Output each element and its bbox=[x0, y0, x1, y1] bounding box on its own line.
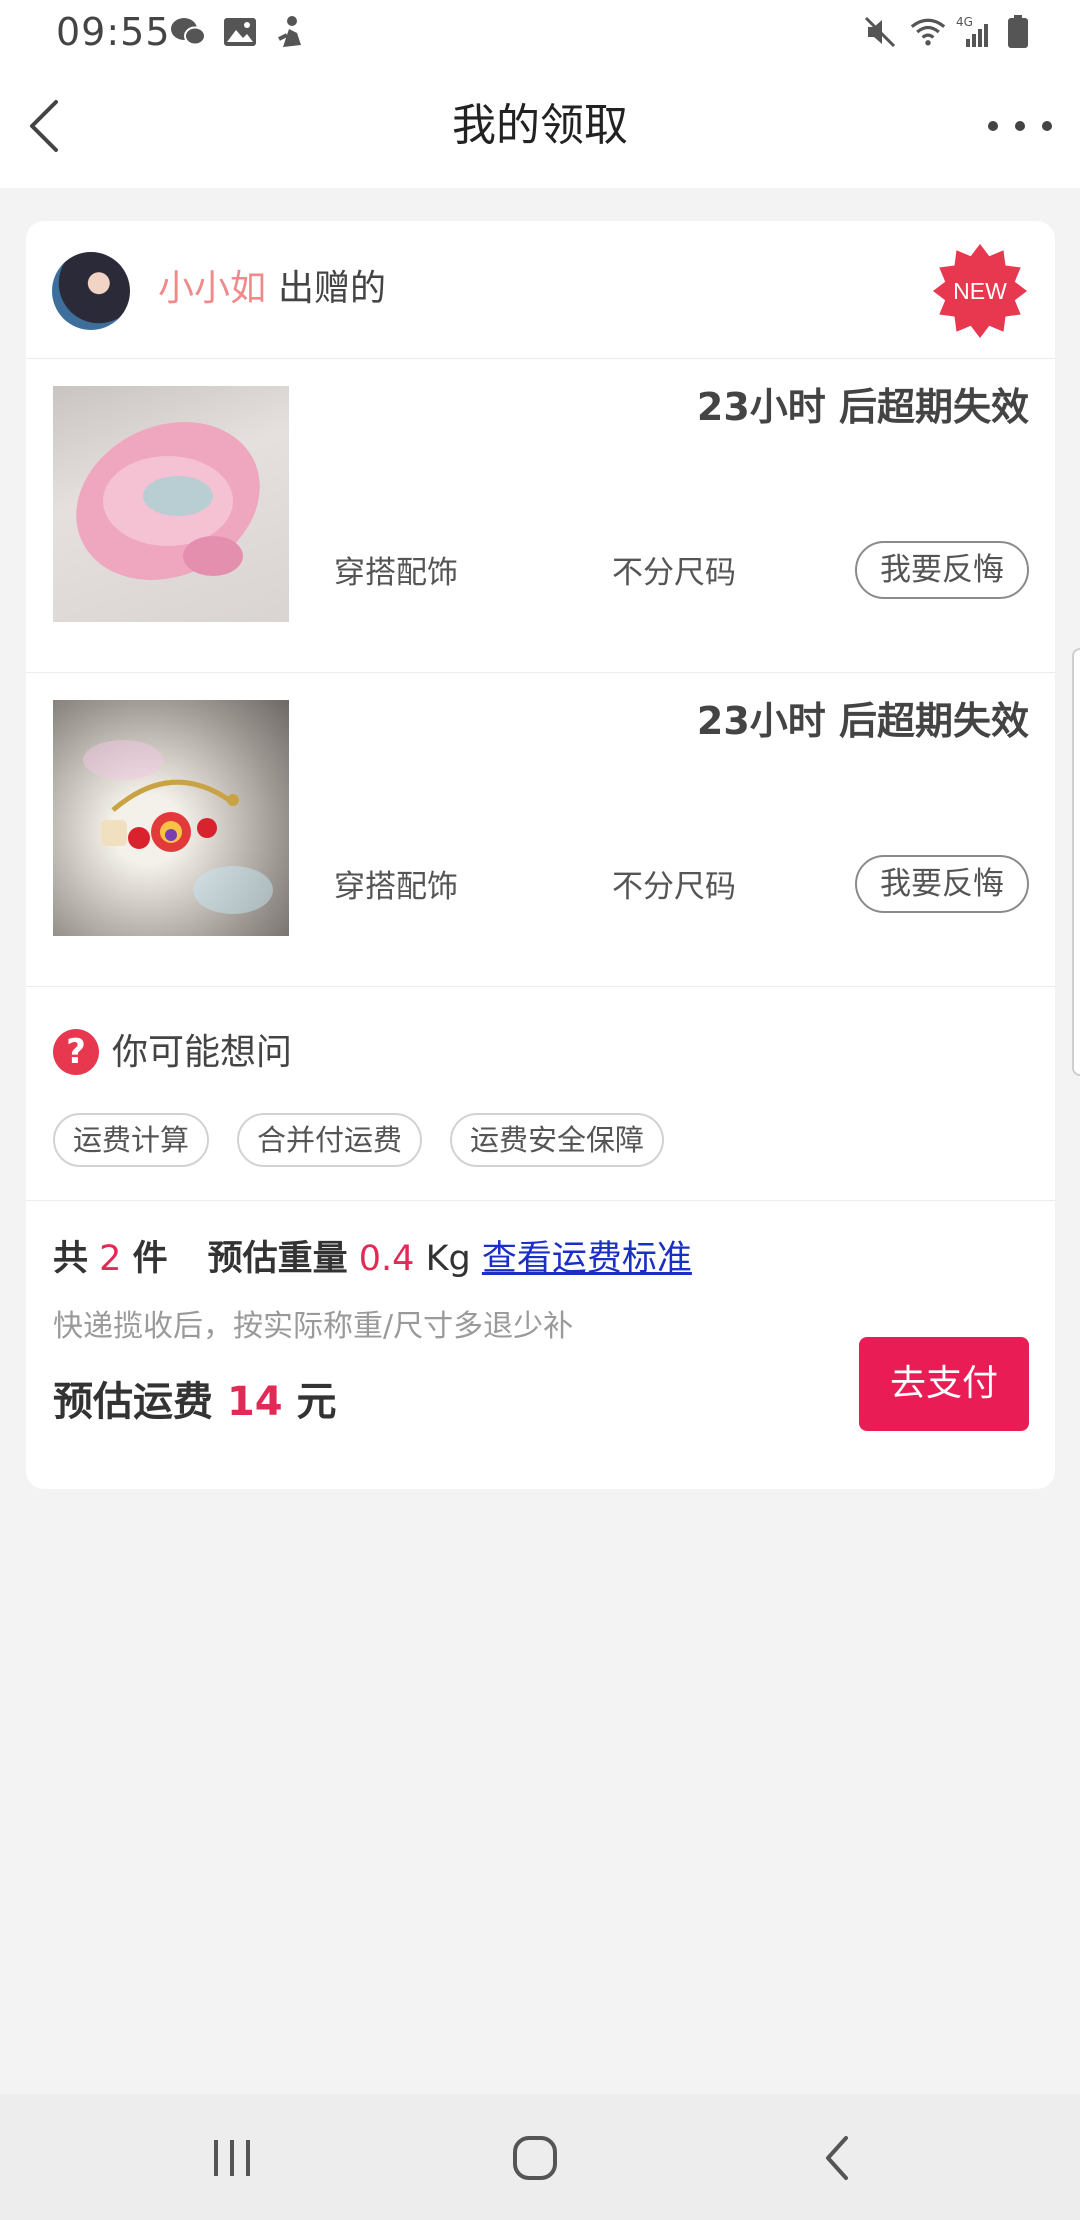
weight-unit: Kg bbox=[425, 1239, 471, 1279]
faq-chips: 运费计算 合并付运费 运费安全保障 bbox=[53, 1113, 665, 1167]
brooch-image bbox=[83, 740, 273, 914]
count-prefix: 共 bbox=[53, 1239, 89, 1279]
weight-value: 0.4 bbox=[358, 1239, 415, 1279]
fee-unit: 元 bbox=[296, 1379, 337, 1425]
item-category: 穿搭配饰 bbox=[334, 869, 458, 905]
recent-apps-icon bbox=[214, 2140, 250, 2176]
wifi-icon bbox=[910, 14, 946, 50]
item-size: 不分尺码 bbox=[612, 555, 736, 591]
mute-icon bbox=[862, 14, 898, 50]
regret-button[interactable]: 我要反悔 bbox=[855, 541, 1029, 599]
fee-value: 14 bbox=[226, 1379, 283, 1425]
donor-name[interactable]: 小小如 bbox=[158, 268, 266, 309]
expire-text: 23小时 后超期失效 bbox=[696, 385, 1029, 429]
signal-4g-icon: 4G bbox=[952, 14, 996, 50]
faq-chip-fee-calc[interactable]: 运费计算 bbox=[53, 1113, 210, 1167]
question-icon: ? bbox=[53, 1029, 99, 1075]
donor-text: 小小如 出赠的 bbox=[158, 265, 386, 313]
back-arrow-icon bbox=[826, 2136, 848, 2180]
faq-chip-combine-fee[interactable]: 合并付运费 bbox=[237, 1113, 423, 1167]
fee-standard-link[interactable]: 查看运费标准 bbox=[482, 1239, 692, 1279]
summary-section: 共 2 件预估重量 0.4 Kg 查看运费标准 快递揽收后，按实际称重/尺寸多退… bbox=[26, 1201, 1055, 1489]
wechat-icon bbox=[170, 14, 206, 50]
item-thumbnail[interactable] bbox=[53, 700, 289, 936]
network-label: 4G bbox=[956, 15, 973, 29]
gallery-icon bbox=[222, 14, 258, 50]
system-back-button[interactable] bbox=[808, 2130, 868, 2186]
summary-line: 共 2 件预估重量 0.4 Kg 查看运费标准 bbox=[53, 1235, 692, 1283]
fee-total: 预估运费 14 元 bbox=[53, 1375, 337, 1429]
donor-suffix: 出赠的 bbox=[278, 268, 387, 309]
item-category: 穿搭配饰 bbox=[334, 555, 458, 591]
count-unit: 件 bbox=[132, 1239, 168, 1279]
faq-chip-fee-safety[interactable]: 运费安全保障 bbox=[450, 1113, 665, 1167]
system-nav-bar bbox=[0, 2094, 1080, 2220]
list-item: 23小时 后超期失效 穿搭配饰 不分尺码 我要反悔 bbox=[26, 673, 1055, 987]
donor-row: 小小如 出赠的 NEW bbox=[26, 221, 1055, 359]
weight-label: 预估重量 bbox=[207, 1239, 348, 1279]
more-dots-icon bbox=[988, 121, 998, 131]
fee-label: 预估运费 bbox=[53, 1379, 213, 1425]
list-item: 23小时 后超期失效 穿搭配饰 不分尺码 我要反悔 bbox=[26, 359, 1055, 673]
avatar[interactable] bbox=[52, 252, 130, 330]
item-thumbnail[interactable] bbox=[53, 386, 289, 622]
regret-button[interactable]: 我要反悔 bbox=[855, 855, 1029, 913]
faq-title: 你可能想问 bbox=[112, 1032, 293, 1073]
home-button[interactable] bbox=[505, 2130, 565, 2186]
item-size: 不分尺码 bbox=[612, 869, 736, 905]
page-title: 我的领取 bbox=[452, 100, 628, 151]
summary-note: 快递揽收后，按实际称重/尺寸多退少补 bbox=[53, 1309, 574, 1344]
new-badge-label: NEW bbox=[953, 277, 1007, 304]
expire-text: 23小时 后超期失效 bbox=[696, 699, 1029, 743]
recent-apps-button[interactable] bbox=[202, 2130, 262, 2186]
status-bar: 09:55 4G bbox=[0, 0, 1080, 64]
header-bar: 我的领取 bbox=[0, 64, 1080, 188]
home-icon bbox=[513, 2136, 557, 2180]
pay-button[interactable]: 去支付 bbox=[859, 1337, 1029, 1431]
app-icon bbox=[272, 14, 308, 50]
edge-panel-handle[interactable] bbox=[1072, 648, 1080, 1076]
faq-section: ? 你可能想问 运费计算 合并付运费 运费安全保障 bbox=[26, 987, 1055, 1201]
new-badge: NEW bbox=[932, 243, 1028, 339]
claim-card: 小小如 出赠的 NEW 23小时 后超期失效 穿搭配饰 不分尺码 我要反悔 23… bbox=[26, 221, 1055, 1489]
battery-icon bbox=[1000, 14, 1036, 50]
more-button[interactable] bbox=[988, 108, 1052, 144]
status-time: 09:55 bbox=[56, 10, 171, 54]
item-count: 2 bbox=[99, 1239, 122, 1279]
